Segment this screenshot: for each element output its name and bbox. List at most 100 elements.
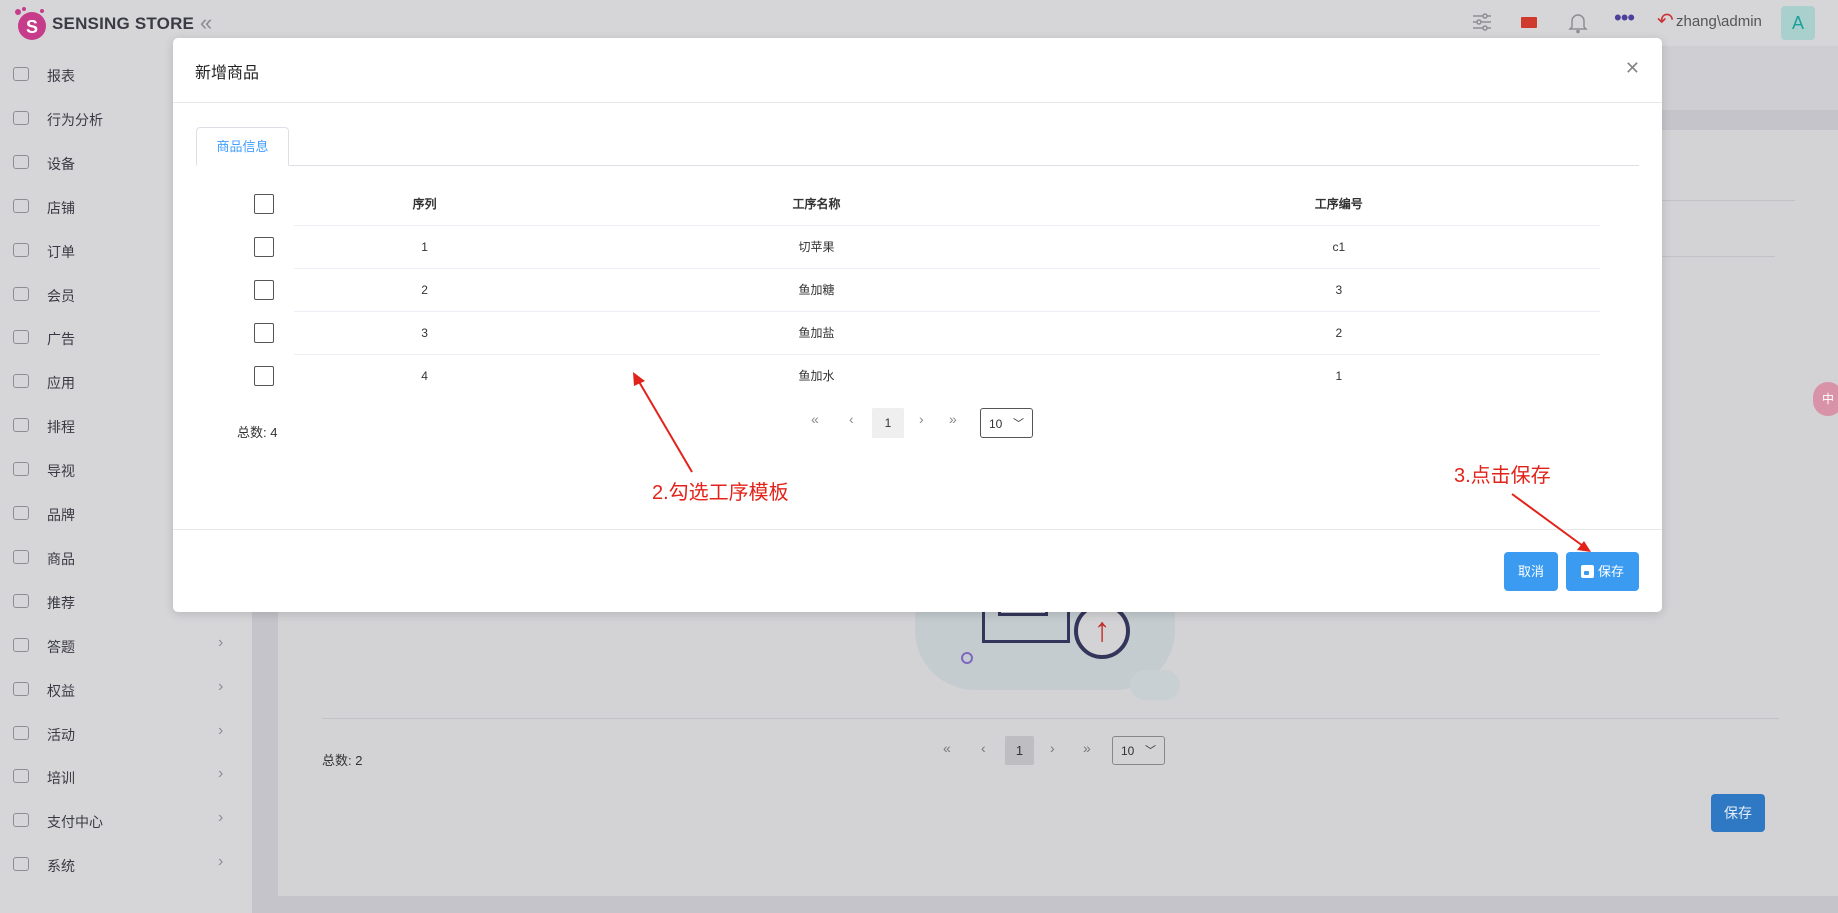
cell-seq: 4 — [294, 353, 556, 397]
user-icon — [13, 681, 29, 696]
chevron-right-icon: › — [218, 809, 224, 827]
crown-icon — [13, 506, 29, 520]
payment-icon — [13, 813, 29, 828]
modal-header-divider — [173, 102, 1662, 103]
sidebar-item-label: 会员 — [47, 287, 75, 304]
prev-page-icon[interactable]: ‹ — [981, 740, 986, 756]
cancel-button[interactable]: 取消 — [1504, 552, 1558, 591]
sidebar-item-label: 排程 — [47, 419, 75, 436]
close-icon[interactable]: ✕ — [1625, 58, 1640, 79]
select-all-checkbox[interactable] — [254, 194, 274, 214]
last-page-icon[interactable]: » — [949, 411, 957, 427]
annotation-step2: 2.勾选工序模板 — [652, 482, 789, 504]
sidebar-item[interactable]: 权益 › — [0, 675, 252, 705]
sidebar-item-label: 权益 — [47, 682, 75, 699]
sidebar-item-label: 订单 — [47, 243, 75, 260]
floating-side-tab[interactable]: 中 — [1813, 382, 1838, 416]
cell-code: 3 — [1077, 267, 1600, 311]
sidebar-item-label: 行为分析 — [47, 111, 103, 128]
apps-icon — [13, 374, 29, 389]
modal-title: 新增商品 — [195, 65, 260, 82]
first-page-icon[interactable]: « — [811, 411, 819, 427]
chevron-right-icon: › — [218, 633, 224, 651]
row-checkbox[interactable] — [254, 365, 274, 386]
background-page-size-select[interactable]: 10 ﹀ — [1112, 736, 1165, 765]
prev-page-icon[interactable]: ‹ — [849, 411, 854, 427]
cell-code: 1 — [1077, 353, 1600, 397]
chevron-right-icon: › — [218, 677, 224, 695]
sidebar-item[interactable]: 活动 › — [0, 719, 252, 749]
table-row[interactable]: 3 鱼加盐 2 — [234, 310, 1600, 354]
cell-name: 鱼加水 — [555, 353, 1078, 397]
sidebar-item-label: 答题 — [47, 638, 75, 655]
save-icon — [1580, 565, 1594, 578]
sidebar-item[interactable]: 系统 › — [0, 850, 252, 880]
table-row[interactable]: 2 鱼加糖 3 — [234, 267, 1600, 311]
page-size-value: 10 — [1121, 744, 1135, 758]
sidebar-item[interactable]: 支付中心 › — [0, 806, 252, 836]
decorative-dot — [961, 652, 973, 664]
modal-footer-divider — [173, 529, 1662, 530]
graduation-icon — [13, 769, 29, 784]
row-checkbox[interactable] — [254, 322, 274, 343]
sidebar-item-label: 系统 — [47, 858, 75, 875]
sidebar-item-label: 商品 — [47, 550, 75, 567]
logout-arrow-icon[interactable]: ↶ — [1657, 8, 1674, 33]
sidebar-item-label: 活动 — [47, 726, 75, 743]
table-row[interactable]: 1 切苹果 c1 — [234, 224, 1600, 268]
collapse-sidebar-icon[interactable]: « — [200, 10, 212, 36]
last-page-icon[interactable]: » — [1083, 740, 1091, 756]
order-icon — [13, 242, 29, 257]
cell-seq: 1 — [294, 224, 556, 268]
tab-product-info[interactable]: 商品信息 — [196, 127, 289, 166]
background-save-button[interactable]: 保存 — [1711, 794, 1765, 832]
sidebar-item-label: 应用 — [47, 375, 75, 392]
annotation-step3: 3.点击保存 — [1454, 465, 1551, 487]
more-icon[interactable]: ••• — [1614, 5, 1635, 31]
bell-icon[interactable] — [1568, 12, 1588, 39]
save-button-label: 保存 — [1597, 564, 1624, 579]
sidebar-item[interactable]: 培训 › — [0, 762, 252, 792]
modal-page-size-select[interactable]: 10 ﹀ — [980, 408, 1033, 438]
process-table: 序列 工序名称 工序编号 1 切苹果 c1 2 鱼加糖 3 3 鱼加盐 2 4 鱼加水 1 — [234, 183, 1600, 397]
sidebar-item-label: 培训 — [47, 770, 75, 787]
cell-seq: 3 — [294, 310, 556, 354]
row-checkbox[interactable] — [254, 279, 274, 300]
modal-total-count: 总数: 4 — [237, 425, 278, 440]
first-page-icon[interactable]: « — [943, 740, 951, 756]
sidebar-item-label: 推荐 — [47, 594, 75, 611]
divider — [322, 718, 1779, 719]
cell-code: 2 — [1077, 310, 1600, 354]
chevron-down-icon: ﹀ — [1145, 745, 1156, 757]
dashboard-icon — [13, 67, 29, 81]
divider — [1660, 256, 1775, 257]
cell-name: 切苹果 — [555, 224, 1078, 268]
next-page-icon[interactable]: › — [1050, 740, 1055, 756]
row-checkbox[interactable] — [254, 236, 274, 257]
next-page-icon[interactable]: › — [919, 411, 924, 427]
gear-icon — [13, 857, 29, 872]
language-flag-icon[interactable] — [1521, 17, 1537, 28]
device-icon — [13, 154, 29, 169]
diamond-icon — [13, 286, 29, 301]
tabs-divider — [196, 165, 1639, 166]
save-button[interactable]: 保存 — [1566, 552, 1639, 591]
table-row[interactable]: 4 鱼加水 1 — [234, 353, 1600, 397]
ad-icon — [13, 330, 29, 345]
modal-current-page[interactable]: 1 — [872, 408, 904, 438]
sidebar-item-label: 支付中心 — [47, 814, 103, 831]
schedule-icon — [13, 418, 29, 433]
chevron-right-icon: › — [218, 721, 224, 739]
store-icon — [13, 198, 29, 213]
logo-icon: S — [15, 7, 46, 40]
column-header-seq: 序列 — [412, 197, 437, 212]
sidebar-item-label: 品牌 — [47, 507, 75, 523]
avatar[interactable]: A — [1781, 6, 1815, 40]
background-current-page[interactable]: 1 — [1005, 736, 1034, 765]
sidebar-item[interactable]: 答题 › — [0, 631, 252, 661]
cell-seq: 2 — [294, 267, 556, 311]
filter-settings-icon[interactable] — [1472, 12, 1492, 37]
user-name[interactable]: zhang\admin — [1676, 13, 1762, 30]
column-header-code: 工序编号 — [1314, 197, 1363, 212]
divider — [1660, 200, 1795, 201]
